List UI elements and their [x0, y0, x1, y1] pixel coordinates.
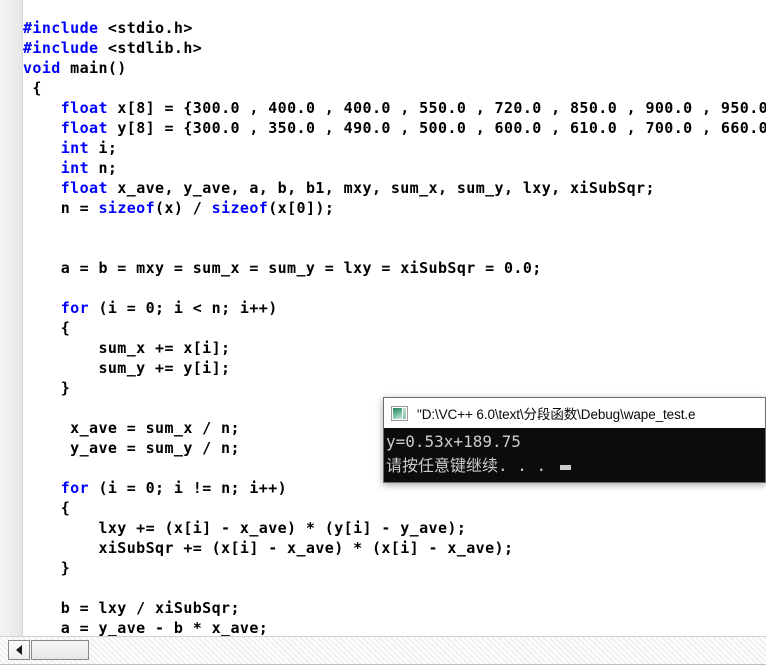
code-text-run: i; — [98, 139, 118, 157]
code-keyword: void — [23, 59, 71, 77]
code-line: { — [23, 498, 766, 518]
code-text-run: y[8] = {300.0 , 350.0 , 490.0 , 500.0 , … — [117, 119, 766, 137]
code-keyword: #include — [23, 19, 108, 37]
console-output-window[interactable]: "D:\VC++ 6.0\text\分段函数\Debug\wape_test.e… — [383, 397, 766, 483]
code-text-run: y_ave = sum_y / n; — [23, 439, 240, 457]
code-keyword: int — [60, 139, 99, 157]
code-text-run — [23, 139, 61, 157]
code-line: } — [23, 378, 766, 398]
console-icon-edge — [403, 407, 406, 419]
code-line: #include <stdio.h> — [23, 18, 766, 38]
code-keyword: #include — [23, 39, 108, 57]
code-line: void main() — [23, 58, 766, 78]
code-text-run — [23, 179, 61, 197]
code-text-run: <stdio.h> — [107, 19, 193, 37]
console-titlebar[interactable]: "D:\VC++ 6.0\text\分段函数\Debug\wape_test.e — [384, 398, 765, 428]
code-text-run: x[8] = {300.0 , 400.0 , 400.0 , 550.0 , … — [117, 99, 766, 117]
code-line: a = y_ave - b * x_ave; — [23, 618, 766, 636]
code-text-run: { — [23, 319, 71, 337]
code-text-run: sum_y += y[i]; — [23, 359, 231, 377]
code-text-run: <stdlib.h> — [107, 39, 203, 57]
code-keyword: for — [60, 479, 99, 497]
console-prompt-text: 请按任意键继续. . . — [386, 456, 547, 475]
code-text-run — [23, 299, 61, 317]
code-text-run: sum_x += x[i]; — [23, 339, 231, 357]
triangle-left-icon — [16, 645, 22, 655]
code-text-run: (i = 0; i < n; i++) — [98, 299, 278, 317]
console-title-text: "D:\VC++ 6.0\text\分段函数\Debug\wape_test.e — [417, 407, 696, 422]
code-line: b = lxy / xiSubSqr; — [23, 598, 766, 618]
code-editor-window[interactable]: #include <stdio.h> #include <stdlib.h> voi… — [0, 0, 766, 672]
code-text-run: xiSubSqr += (x[i] - x_ave) * (x[i] - x_a… — [23, 539, 514, 557]
code-line: int n; — [23, 158, 766, 178]
code-keyword: sizeof — [211, 199, 269, 217]
block-cursor — [560, 465, 572, 470]
horizontal-scrollbar[interactable] — [0, 636, 766, 664]
code-text-run: (x[0]); — [268, 199, 335, 217]
code-text-run: x_ave = sum_x / n; — [23, 419, 240, 437]
code-line: a = b = mxy = sum_x = sum_y = lxy = xiSu… — [23, 258, 766, 278]
code-keyword: float — [60, 99, 118, 117]
editor-code-area[interactable]: #include <stdio.h> #include <stdlib.h> voi… — [23, 0, 766, 636]
code-text-run: n = — [23, 199, 99, 217]
code-text-run — [23, 99, 61, 117]
code-line: { — [23, 78, 766, 98]
code-text-run: n; — [98, 159, 118, 177]
code-text-run — [23, 479, 61, 497]
code-line: float x[8] = {300.0 , 400.0 , 400.0 , 55… — [23, 98, 766, 118]
code-text-run: (i = 0; i != n; i++) — [98, 479, 288, 497]
code-keyword: for — [60, 299, 99, 317]
code-line: } — [23, 558, 766, 578]
code-text-run: main() — [70, 59, 127, 77]
code-keyword: float — [60, 119, 118, 137]
code-text-run: b = lxy / xiSubSqr; — [23, 599, 240, 617]
code-text-run: (x) / — [155, 199, 212, 217]
code-keyword: int — [60, 159, 99, 177]
code-line: xiSubSqr += (x[i] - x_ave) * (x[i] - x_a… — [23, 538, 766, 558]
code-text: #include <stdio.h> #include <stdlib.h> voi… — [23, 18, 766, 636]
code-text-run — [23, 159, 61, 177]
console-line-result: y=0.53x+189.75 — [386, 432, 521, 451]
console-icon-screen — [393, 407, 402, 419]
code-line: int i; — [23, 138, 766, 158]
code-text-run: } — [23, 379, 71, 397]
code-text-run: lxy += (x[i] - x_ave) * (y[i] - y_ave); — [23, 519, 467, 537]
code-line: float x_ave, y_ave, a, b, b1, mxy, sum_x… — [23, 178, 766, 198]
editor-selection-margin[interactable] — [0, 0, 22, 636]
code-keyword: float — [60, 179, 118, 197]
code-line: n = sizeof(x) / sizeof(x[0]); — [23, 198, 766, 218]
code-line: sum_x += x[i]; — [23, 338, 766, 358]
code-text-run — [23, 119, 61, 137]
code-text-run: x_ave, y_ave, a, b, b1, mxy, sum_x, sum_… — [117, 179, 655, 197]
console-output-body[interactable]: y=0.53x+189.75 请按任意键继续. . . — [384, 428, 765, 482]
console-window-icon — [391, 405, 408, 421]
code-text-run: { — [23, 499, 71, 517]
code-text-run: a = b = mxy = sum_x = sum_y = lxy = xiSu… — [23, 259, 542, 277]
code-line: { — [23, 318, 766, 338]
scrollbar-thumb[interactable] — [31, 640, 89, 660]
code-text-run: a = y_ave - b * x_ave; — [23, 619, 269, 636]
code-line: #include <stdlib.h> — [23, 38, 766, 58]
console-line-prompt: 请按任意键继续. . . — [386, 454, 765, 478]
code-line: float y[8] = {300.0 , 350.0 , 490.0 , 50… — [23, 118, 766, 138]
code-text-run: { — [23, 79, 42, 97]
code-text-run: } — [23, 559, 71, 577]
code-keyword: sizeof — [98, 199, 156, 217]
window-bottom-edge — [0, 664, 766, 672]
scroll-left-button[interactable] — [8, 640, 30, 660]
code-line: lxy += (x[i] - x_ave) * (y[i] - y_ave); — [23, 518, 766, 538]
code-line: sum_y += y[i]; — [23, 358, 766, 378]
code-line: for (i = 0; i < n; i++) — [23, 298, 766, 318]
